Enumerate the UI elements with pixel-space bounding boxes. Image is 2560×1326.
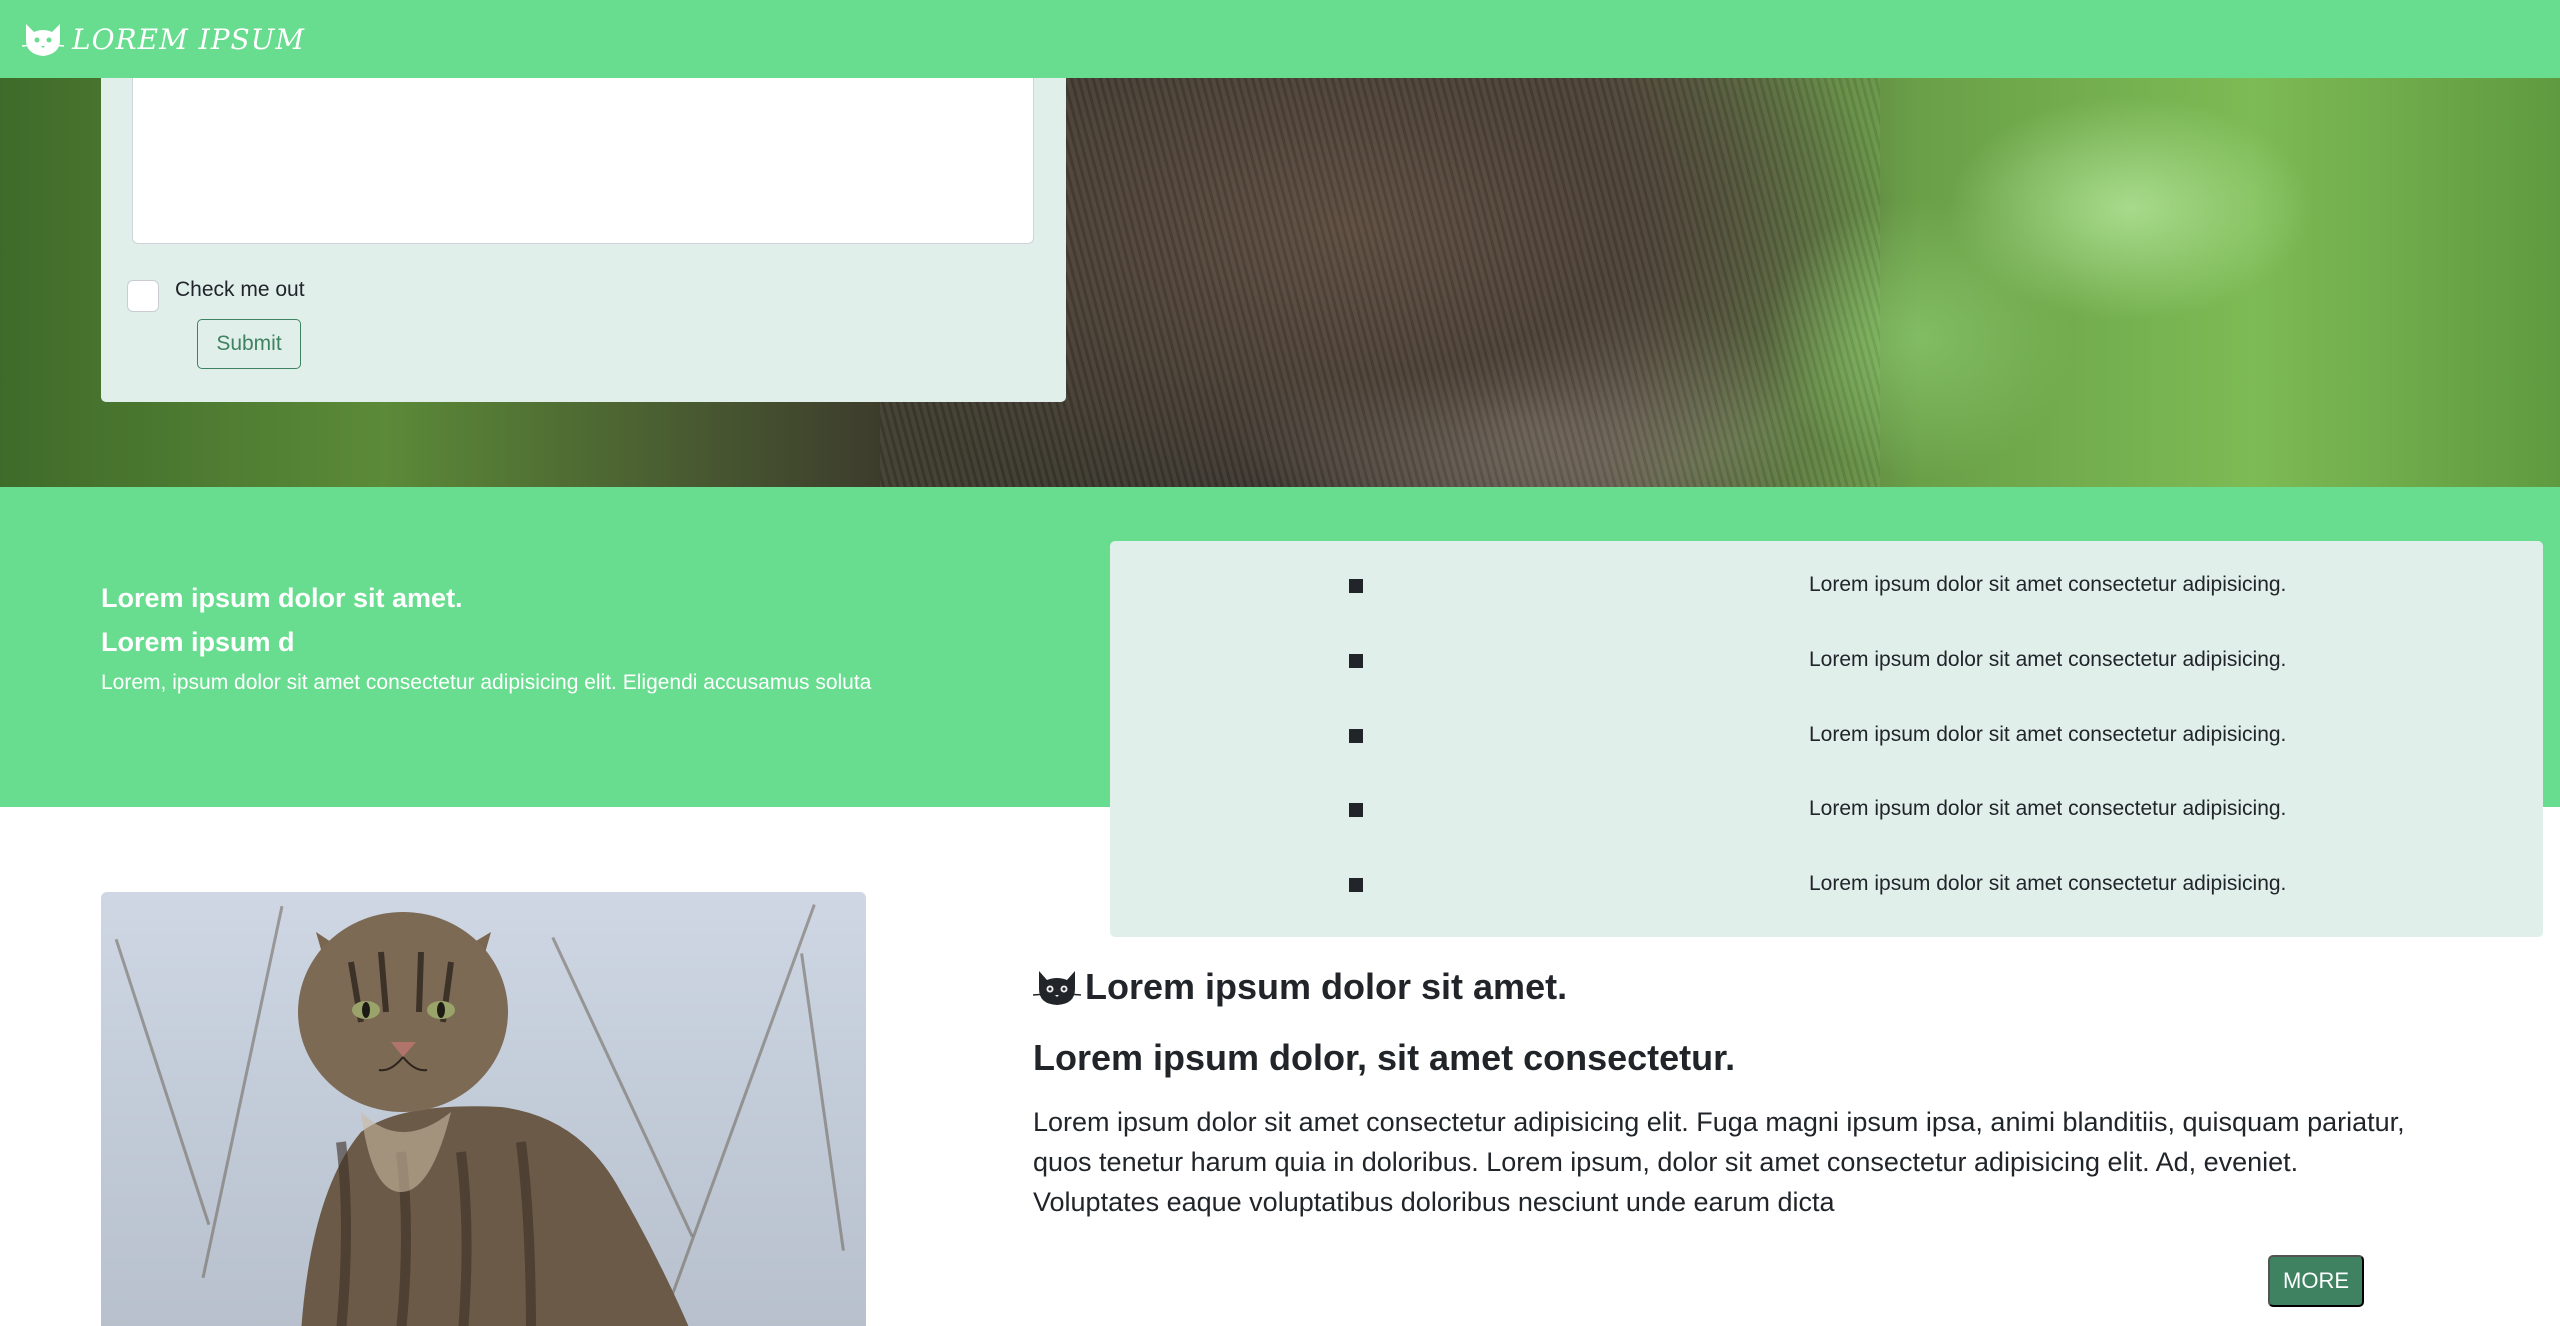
- navbar: LOREM IPSUM: [0, 0, 2560, 78]
- list-item-label: Lorem ipsum dolor sit amet consectetur a…: [1809, 872, 2287, 895]
- square-bullet-icon: [1349, 654, 1363, 668]
- tabby-cat-figure: [298, 912, 689, 1326]
- contact-form: Check me out Submit: [101, 78, 1066, 402]
- cat-photo: [101, 892, 866, 1326]
- submit-button[interactable]: Submit: [197, 319, 301, 369]
- article-title-text: Lorem ipsum dolor sit amet.: [1085, 966, 1568, 1007]
- cat-icon: [1033, 971, 1081, 1005]
- checkbox-label: Check me out: [175, 278, 305, 301]
- message-textarea[interactable]: [132, 78, 1034, 244]
- article-body: Lorem ipsum dolor sit amet consectetur a…: [1033, 1107, 2405, 1217]
- square-bullet-icon: [1349, 803, 1363, 817]
- article-section: Lorem ipsum dolor sit amet. Lorem ipsum …: [1033, 965, 2433, 1307]
- cat-icon: [21, 24, 65, 56]
- square-bullet-icon: [1349, 878, 1363, 892]
- band-paragraph: Lorem, ipsum dolor sit amet consectetur …: [101, 671, 872, 694]
- list-item-label: Lorem ipsum dolor sit amet consectetur a…: [1809, 648, 2287, 671]
- check-me-out-checkbox[interactable]: [127, 280, 159, 312]
- square-bullet-icon: [1349, 729, 1363, 743]
- check-me-out-row[interactable]: Check me out: [127, 268, 305, 312]
- band-heading: Lorem ipsum dolor sit amet.: [101, 583, 463, 613]
- article-subtitle: Lorem ipsum dolor, sit amet consectetur.: [1033, 1037, 1736, 1078]
- brand-link[interactable]: LOREM IPSUM: [20, 18, 305, 60]
- feature-list: Lorem ipsum dolor sit amet consectetur a…: [1110, 541, 2543, 937]
- list-item: Lorem ipsum dolor sit amet consectetur a…: [1110, 870, 2543, 900]
- list-item-label: Lorem ipsum dolor sit amet consectetur a…: [1809, 723, 2287, 746]
- list-item-label: Lorem ipsum dolor sit amet consectetur a…: [1809, 573, 2287, 596]
- brand-text: LOREM IPSUM: [72, 22, 305, 56]
- list-item: Lorem ipsum dolor sit amet consectetur a…: [1110, 571, 2543, 601]
- article-title: Lorem ipsum dolor sit amet.: [1033, 965, 2433, 1009]
- list-item: Lorem ipsum dolor sit amet consectetur a…: [1110, 721, 2543, 751]
- square-bullet-icon: [1349, 579, 1363, 593]
- list-item-label: Lorem ipsum dolor sit amet consectetur a…: [1809, 797, 2287, 820]
- band-subheading: Lorem ipsum d: [101, 627, 295, 657]
- list-item: Lorem ipsum dolor sit amet consectetur a…: [1110, 795, 2543, 825]
- more-button[interactable]: MORE: [2268, 1255, 2364, 1307]
- list-item: Lorem ipsum dolor sit amet consectetur a…: [1110, 646, 2543, 676]
